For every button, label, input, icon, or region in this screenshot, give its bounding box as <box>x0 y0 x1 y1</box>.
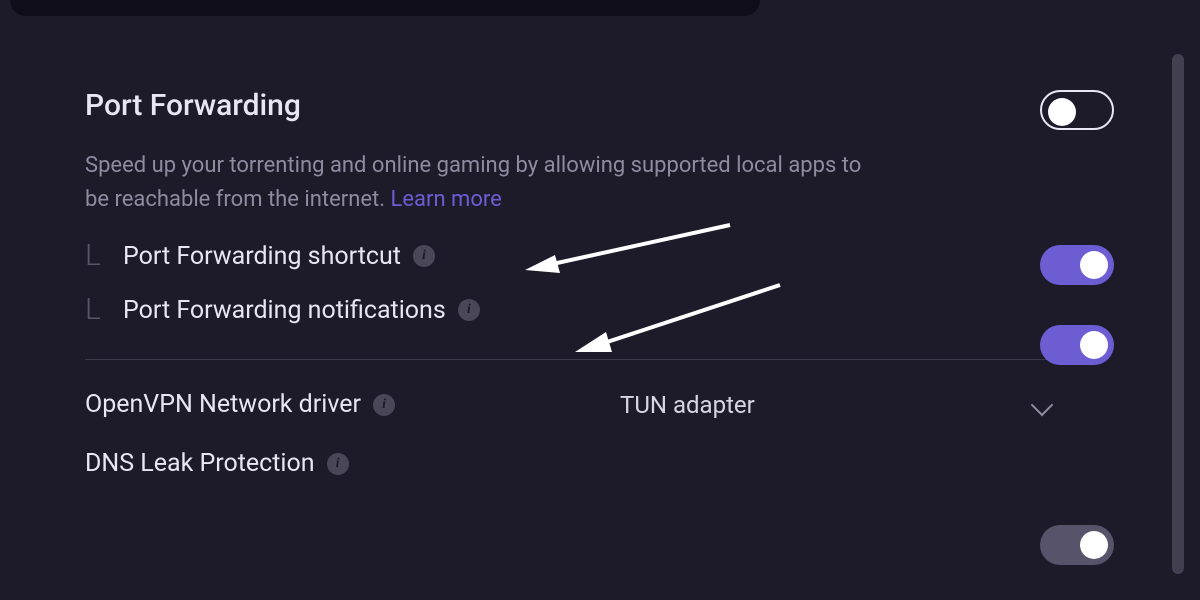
openvpn-driver-selected-value: TUN adapter <box>620 391 755 419</box>
info-icon[interactable]: i <box>373 394 395 416</box>
chevron-down-icon <box>1031 393 1054 416</box>
port-forwarding-shortcut-row: L Port Forwarding shortcut i <box>85 241 1080 271</box>
section-divider <box>85 359 1080 360</box>
toggle-knob <box>1080 531 1108 559</box>
openvpn-driver-label: OpenVPN Network driver <box>85 390 361 419</box>
port-forwarding-title: Port Forwarding <box>85 88 1080 123</box>
port-forwarding-shortcut-label: Port Forwarding shortcut <box>123 242 401 271</box>
toggle-knob <box>1080 331 1108 359</box>
scrollbar[interactable] <box>1172 54 1184 574</box>
port-forwarding-shortcut-toggle[interactable] <box>1040 245 1114 285</box>
tree-branch-icon: L <box>85 241 105 271</box>
openvpn-driver-row: OpenVPN Network driver i TUN adapter <box>85 390 1080 419</box>
info-icon[interactable]: i <box>458 299 480 321</box>
toggle-knob <box>1048 98 1076 126</box>
settings-panel: Port Forwarding Speed up your torrenting… <box>85 40 1080 478</box>
port-forwarding-toggle[interactable] <box>1040 90 1114 130</box>
port-forwarding-notifications-row: L Port Forwarding notifications i <box>85 295 1080 325</box>
toggle-knob <box>1080 251 1108 279</box>
dns-leak-toggle[interactable] <box>1040 525 1114 565</box>
tree-branch-icon: L <box>85 295 105 325</box>
learn-more-link[interactable]: Learn more <box>391 187 502 212</box>
info-icon[interactable]: i <box>327 453 349 475</box>
dns-leak-label: DNS Leak Protection <box>85 449 315 478</box>
top-tab-bar <box>10 0 760 16</box>
info-icon[interactable]: i <box>413 245 435 267</box>
port-forwarding-description: Speed up your torrenting and online gami… <box>85 149 885 217</box>
openvpn-driver-select[interactable]: TUN adapter <box>620 391 1080 419</box>
dns-leak-row: DNS Leak Protection i <box>85 449 1080 478</box>
port-forwarding-notifications-label: Port Forwarding notifications <box>123 296 446 325</box>
port-forwarding-notifications-toggle[interactable] <box>1040 325 1114 365</box>
